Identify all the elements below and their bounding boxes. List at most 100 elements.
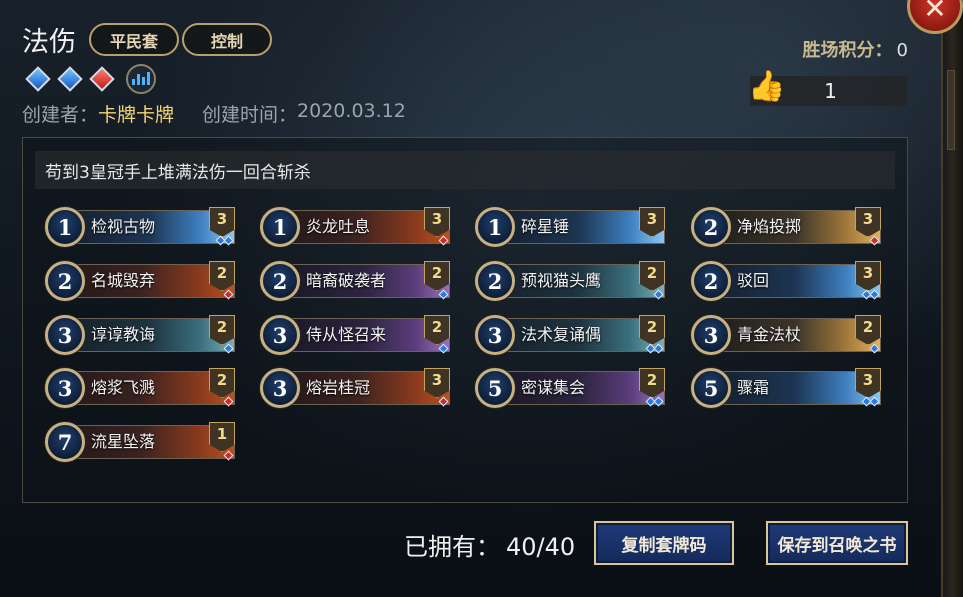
card-item[interactable]: 1 炎龙吐息 3 (260, 207, 450, 247)
card-name: 骤霜 (737, 378, 770, 397)
card-item[interactable]: 3 谆谆教诲 2 (45, 315, 235, 355)
region-blue-icon (223, 343, 234, 354)
card-name: 驳回 (737, 271, 770, 290)
region-red-icon (223, 450, 234, 461)
creator-info: 创建者： 卡牌卡牌 创建时间： 2020.03.12 (22, 100, 406, 127)
card-name: 炎龙吐息 (306, 217, 371, 236)
card-name: 名城毁弃 (91, 271, 156, 290)
card-cost: 2 (691, 261, 731, 301)
win-score-value: 0 (896, 40, 908, 61)
card-item[interactable]: 2 净焰投掷 3 (691, 207, 881, 247)
card-item[interactable]: 2 暗裔破袭者 2 (260, 261, 450, 301)
creator-label: 创建者： (22, 104, 99, 126)
scrollbar[interactable] (941, 0, 963, 597)
region-red-icon (438, 396, 449, 407)
owned-count: 已拥有： 40/40 (398, 527, 575, 562)
card-item[interactable]: 5 骤霜 3 (691, 368, 881, 408)
deck-title: 法伤 (22, 27, 76, 58)
like-count: 1 (824, 79, 837, 103)
region-blue-icon (653, 289, 664, 300)
card-name: 熔岩桂冠 (306, 378, 371, 397)
card-item[interactable]: 3 熔岩桂冠 3 (260, 368, 450, 408)
card-item[interactable]: 3 熔浆飞溅 2 (45, 368, 235, 408)
card-cost: 3 (475, 315, 515, 355)
card-regions (215, 235, 234, 246)
region-blue-icon (653, 396, 664, 407)
close-icon: ✕ (923, 0, 947, 25)
card-regions (653, 289, 664, 300)
card-name: 法术复诵偶 (521, 325, 602, 344)
copy-deck-code-button[interactable]: 复制套牌码 (594, 521, 734, 565)
owned-value: 40/40 (506, 533, 576, 561)
card-regions (438, 289, 449, 300)
card-name: 碎星锤 (521, 217, 570, 236)
tag-control: 控制 (182, 23, 272, 56)
card-item[interactable]: 2 预视猫头鹰 2 (475, 261, 665, 301)
card-regions (861, 396, 880, 407)
region-blue-icon (869, 396, 880, 407)
card-item[interactable]: 1 碎星锤 3 (475, 207, 665, 247)
region-blue-icon (653, 343, 664, 354)
card-name: 谆谆教诲 (91, 325, 156, 344)
bar-chart-icon[interactable] (126, 64, 156, 94)
card-item[interactable]: 7 流星坠落 1 (45, 422, 235, 462)
region-blue-icon (24, 66, 51, 93)
save-to-book-button[interactable]: 保存到召唤之书 (766, 521, 908, 565)
win-score: 胜场积分： 0 (803, 36, 908, 62)
owned-label: 已拥有： (404, 533, 500, 561)
card-regions (861, 289, 880, 300)
region-red-icon (223, 396, 234, 407)
card-cost: 5 (691, 368, 731, 408)
win-score-label: 胜场积分： (802, 40, 893, 61)
card-cost: 3 (45, 368, 85, 408)
card-cost: 3 (260, 315, 300, 355)
card-regions (438, 396, 449, 407)
card-cost: 3 (691, 315, 731, 355)
thumbs-up-icon[interactable]: 👍 (748, 69, 785, 105)
card-cost: 2 (475, 261, 515, 301)
like-box[interactable]: 👍 1 (748, 69, 907, 106)
card-cost: 3 (45, 315, 85, 355)
card-cost: 7 (45, 422, 85, 462)
card-name: 暗裔破袭者 (306, 271, 387, 290)
region-red-icon (869, 235, 880, 246)
card-cost: 2 (691, 207, 731, 247)
card-item[interactable]: 3 侍从怪召来 2 (260, 315, 450, 355)
card-name: 预视猫头鹰 (521, 271, 602, 290)
region-red-icon (88, 66, 115, 93)
deck-panel: 苟到3皇冠手上堆满法伤一回合斩杀 1 检视古物 3 1 炎龙吐息 3 1 碎星锤 3 2 净焰投掷 3… (22, 137, 908, 503)
card-item[interactable]: 5 密谋集会 2 (475, 368, 665, 408)
region-blue-icon (438, 289, 449, 300)
scrollbar-thumb[interactable] (947, 70, 955, 150)
card-name: 检视古物 (91, 217, 156, 236)
region-blue-icon (438, 343, 449, 354)
region-red-icon (438, 235, 449, 246)
card-regions (223, 450, 234, 461)
region-red-icon (223, 289, 234, 300)
region-blue-icon (869, 343, 880, 354)
card-item[interactable]: 2 名城毁弃 2 (45, 261, 235, 301)
card-name: 侍从怪召来 (306, 325, 387, 344)
card-item[interactable]: 2 驳回 3 (691, 261, 881, 301)
card-regions (223, 343, 234, 354)
card-item[interactable]: 3 法术复诵偶 2 (475, 315, 665, 355)
created-date: 2020.03.12 (297, 100, 406, 122)
tag-budget: 平民套 (89, 23, 179, 56)
region-blue-icon (56, 66, 83, 93)
card-item[interactable]: 3 青金法杖 2 (691, 315, 881, 355)
region-blue-icon (223, 235, 234, 246)
card-cost: 3 (260, 368, 300, 408)
card-name: 青金法杖 (737, 325, 802, 344)
card-regions (438, 343, 449, 354)
card-regions (223, 289, 234, 300)
card-regions (645, 396, 664, 407)
deck-description: 苟到3皇冠手上堆满法伤一回合斩杀 (35, 151, 895, 189)
card-cost: 2 (260, 261, 300, 301)
card-name: 流星坠落 (91, 432, 156, 451)
region-icons (24, 64, 156, 94)
card-name: 熔浆飞溅 (91, 378, 156, 397)
card-item[interactable]: 1 检视古物 3 (45, 207, 235, 247)
card-cost: 1 (45, 207, 85, 247)
card-regions (869, 343, 880, 354)
card-regions (869, 235, 880, 246)
